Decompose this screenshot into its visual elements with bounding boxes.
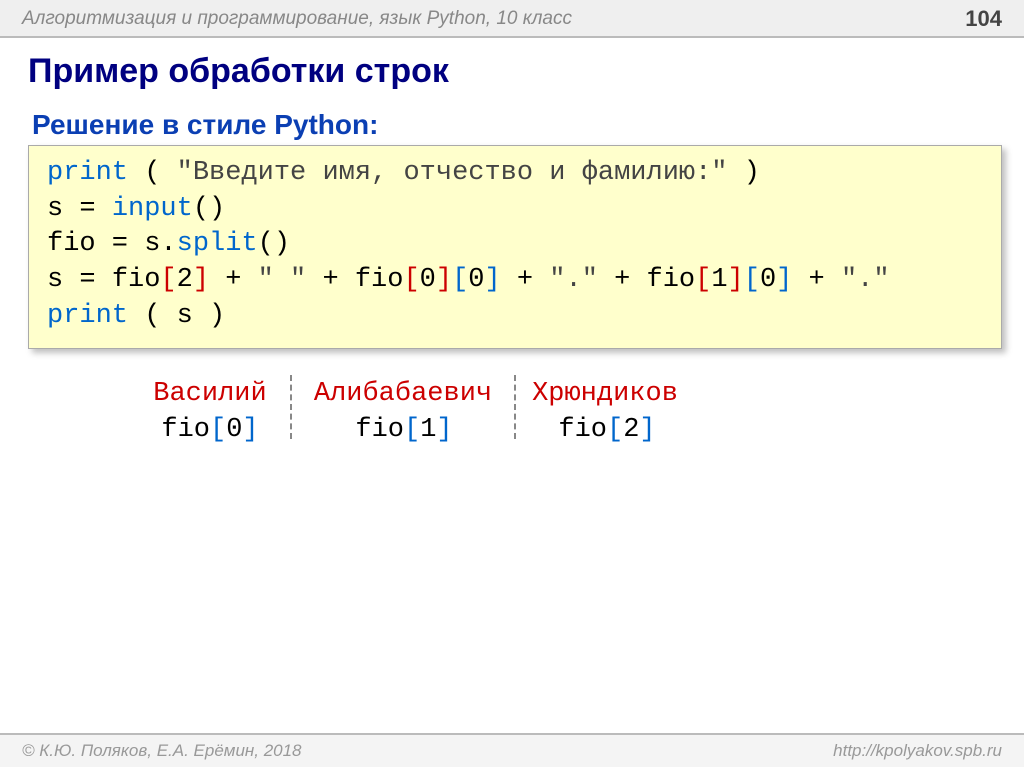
code-block: print ( "Введите имя, отчество и фамилию… xyxy=(28,145,1002,349)
slide-body: Пример обработки строк Решение в стиле P… xyxy=(0,38,1024,449)
slide-title: Пример обработки строк xyxy=(28,52,1002,91)
code-line-5: print ( s ) xyxy=(47,299,983,335)
footer-url: http://kpolyakov.spb.ru xyxy=(833,741,1002,761)
header-title: Алгоритмизация и программирование, язык … xyxy=(22,8,572,30)
code-line-4: s = fio[2] + " " + fio[0][0] + "." + fio… xyxy=(47,263,983,299)
code-line-1: print ( "Введите имя, отчество и фамилию… xyxy=(47,156,983,192)
slide-footer: © К.Ю. Поляков, Е.А. Ерёмин, 2018 http:/… xyxy=(0,733,1024,767)
label-0: fio[0] xyxy=(130,413,290,449)
page-number: 104 xyxy=(965,6,1002,32)
label-2: fio[2] xyxy=(518,413,696,449)
split-diagram: ВасилийАлибабаевичХрюндиков fio[0]fio[1]… xyxy=(130,377,1002,449)
name-0: Василий xyxy=(130,377,290,413)
diagram-row-labels: fio[0]fio[1]fio[2] xyxy=(130,413,1002,449)
label-1: fio[1] xyxy=(293,413,515,449)
code-line-2: s = input() xyxy=(47,192,983,228)
name-1: Алибабаевич xyxy=(292,377,514,413)
code-line-3: fio = s.split() xyxy=(47,227,983,263)
footer-copyright: © К.Ю. Поляков, Е.А. Ерёмин, 2018 xyxy=(22,741,302,761)
slide-subtitle: Решение в стиле Python: xyxy=(28,109,1002,141)
name-2: Хрюндиков xyxy=(516,377,694,413)
slide-header: Алгоритмизация и программирование, язык … xyxy=(0,0,1024,38)
